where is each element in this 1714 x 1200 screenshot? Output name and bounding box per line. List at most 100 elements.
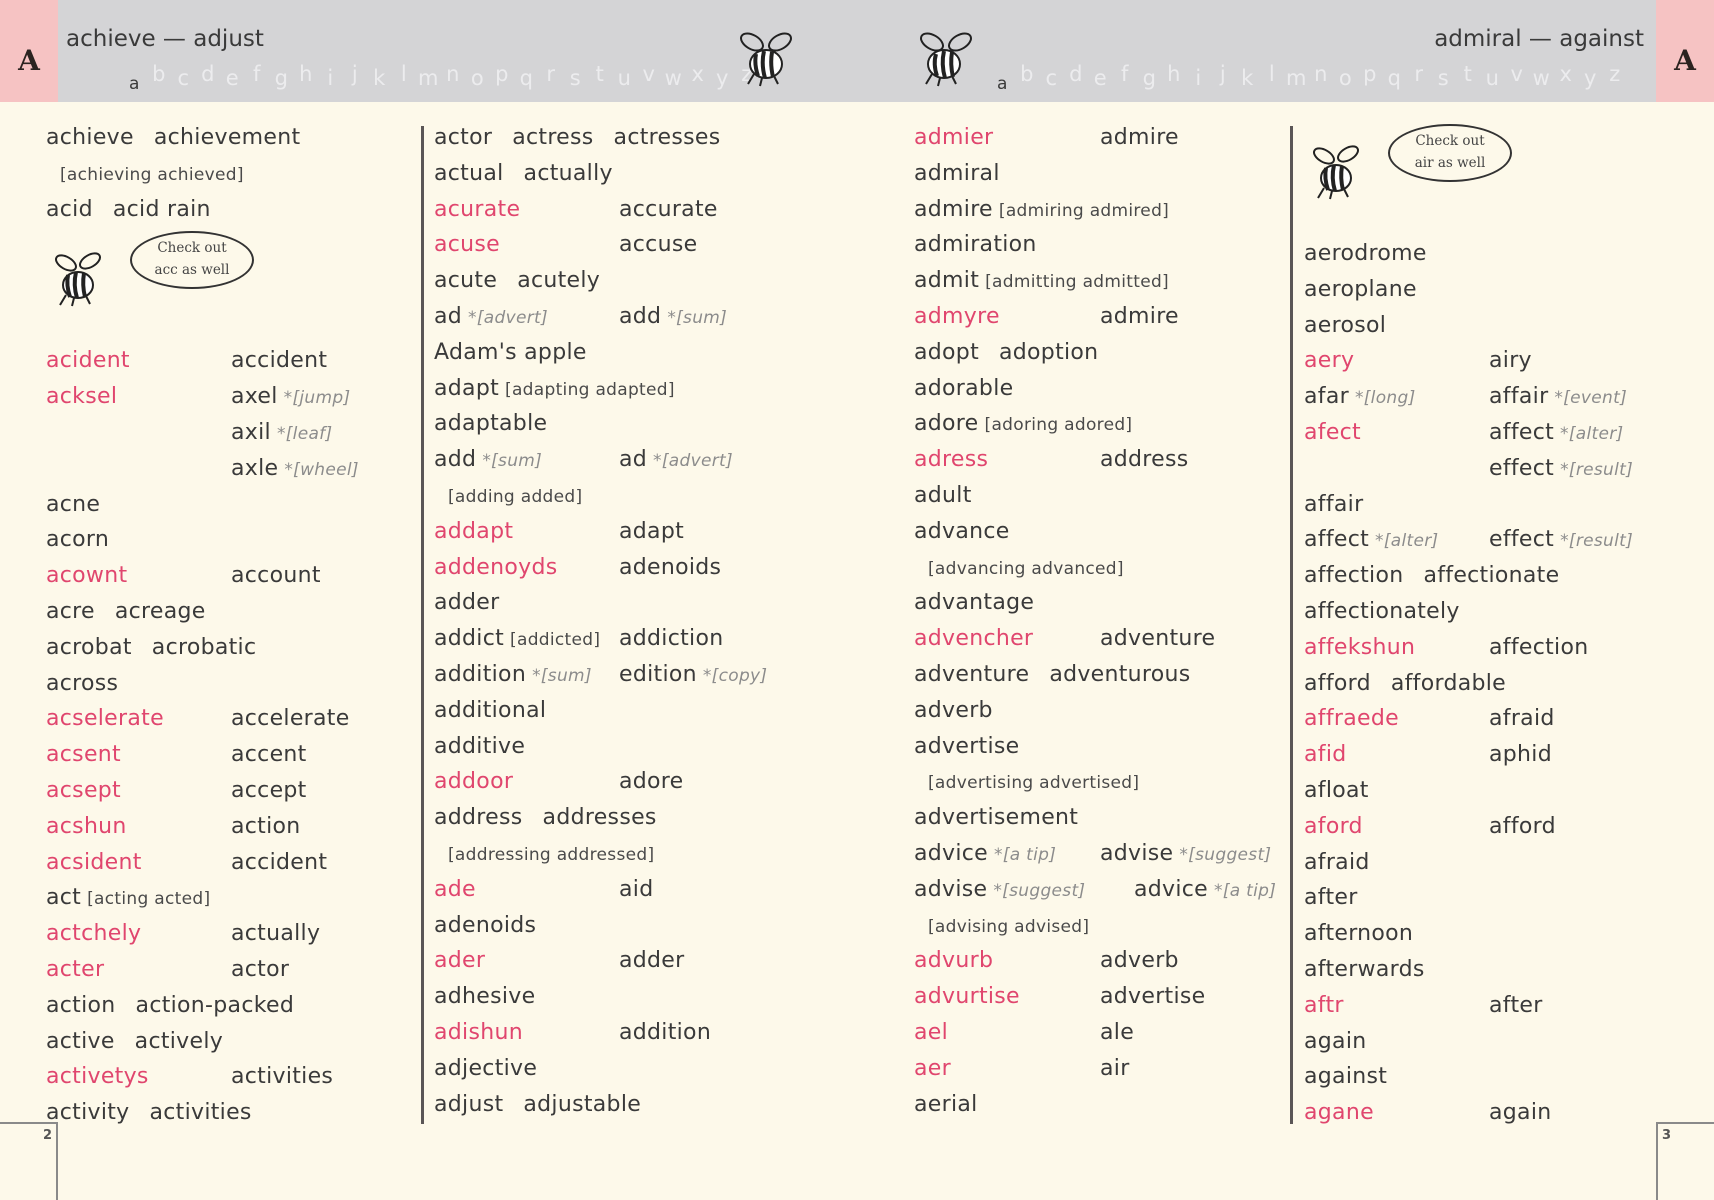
alphabet-letter[interactable]: i bbox=[318, 66, 343, 94]
alphabet-letter[interactable]: b bbox=[1015, 62, 1040, 90]
alphabet-letter[interactable]: p bbox=[490, 62, 515, 90]
misspelling: aery bbox=[1304, 348, 1355, 374]
alphabet-letter[interactable]: h bbox=[294, 62, 319, 90]
dictionary-entry: [achieving achieved] bbox=[46, 156, 416, 192]
dictionary-entry: aford afford bbox=[1304, 809, 1704, 845]
correct-spelling: after bbox=[1489, 988, 1543, 1024]
alphabet-letter[interactable]: z bbox=[1603, 62, 1628, 90]
alphabet-letter[interactable]: j bbox=[1211, 62, 1236, 90]
alphabet-letter[interactable]: y bbox=[710, 66, 735, 94]
dictionary-entry: aerial bbox=[914, 1087, 1294, 1123]
alphabet-letter[interactable]: m bbox=[416, 66, 441, 94]
headword: afford bbox=[1489, 813, 1556, 839]
alphabet-letter[interactable]: a bbox=[122, 66, 147, 94]
alphabet-letter[interactable]: v bbox=[1505, 62, 1530, 90]
letter-tab-right[interactable]: A bbox=[1656, 0, 1714, 102]
headword: adder bbox=[434, 590, 500, 616]
alphabet-letter[interactable]: g bbox=[1137, 66, 1162, 94]
alphabet-letter[interactable]: d bbox=[1064, 62, 1089, 90]
dictionary-entry: acute acutely bbox=[434, 263, 854, 299]
alphabet-letter[interactable]: m bbox=[1284, 66, 1309, 94]
headword: advance bbox=[914, 518, 1010, 544]
correct-spelling: afraid bbox=[1489, 701, 1555, 737]
headword: acrobatic bbox=[151, 634, 257, 660]
alphabet-letter[interactable]: e bbox=[1088, 66, 1113, 94]
alphabet-letter[interactable]: b bbox=[147, 62, 172, 90]
alphabet-letter[interactable]: x bbox=[1554, 62, 1579, 90]
headword: adenoids bbox=[434, 912, 537, 938]
alphabet-letter[interactable]: n bbox=[441, 62, 466, 90]
word-forms: [adapting adapted] bbox=[505, 379, 675, 400]
headword: advertise bbox=[914, 733, 1020, 759]
alphabet-letter[interactable]: n bbox=[1309, 62, 1334, 90]
alphabet-letter[interactable]: d bbox=[196, 62, 221, 90]
bee-icon bbox=[1304, 140, 1374, 204]
alphabet-letter[interactable]: s bbox=[1431, 66, 1456, 94]
alphabet-letter[interactable]: o bbox=[1333, 66, 1358, 94]
dictionary-entry: affection affectionate bbox=[1304, 558, 1704, 594]
meaning-note: *[advert] bbox=[653, 451, 733, 472]
alphabet-letter[interactable]: c bbox=[171, 66, 196, 94]
alphabet-letter[interactable]: a bbox=[990, 66, 1015, 94]
alphabet-letter[interactable]: e bbox=[220, 66, 245, 94]
alphabet-letter[interactable]: v bbox=[637, 62, 662, 90]
word-forms: [adding added] bbox=[448, 486, 583, 507]
alphabet-letter[interactable]: g bbox=[269, 66, 294, 94]
meaning-note: *[result] bbox=[1560, 459, 1634, 480]
headword: actresses bbox=[613, 125, 721, 150]
alphabet-letter[interactable]: o bbox=[465, 66, 490, 94]
alphabet-letter[interactable]: t bbox=[588, 62, 613, 90]
dictionary-entry: Adam's apple bbox=[434, 335, 854, 371]
headword: adjective bbox=[434, 1055, 538, 1081]
alphabet-letter[interactable]: r bbox=[539, 62, 564, 90]
word-column-3: admier admire admiral admire [admiring admir… bbox=[914, 120, 1294, 1122]
word-forms: [achieving achieved] bbox=[60, 164, 244, 185]
alphabet-letter[interactable]: u bbox=[1480, 66, 1505, 94]
headword: addresses bbox=[542, 805, 657, 831]
alphabet-letter[interactable]: l bbox=[392, 62, 417, 90]
dictionary-entry: aerodrome bbox=[1304, 236, 1704, 272]
alphabet-letter[interactable]: u bbox=[612, 66, 637, 94]
alphabet-letter[interactable]: i bbox=[1186, 66, 1211, 94]
misspelling: affekshun bbox=[1304, 634, 1416, 660]
correct-spelling: again bbox=[1489, 1095, 1551, 1131]
alphabet-letter[interactable]: w bbox=[661, 66, 686, 94]
dictionary-entry: add *[sum] ad *[advert] bbox=[434, 442, 854, 478]
alphabet-letter[interactable]: h bbox=[1162, 62, 1187, 90]
alphabet-letter[interactable]: k bbox=[1235, 66, 1260, 94]
alphabet-letter[interactable]: c bbox=[1039, 66, 1064, 94]
tab-letter: A bbox=[18, 43, 40, 77]
alphabet-letter[interactable]: t bbox=[1456, 62, 1481, 90]
dictionary-entry: acident accident bbox=[46, 343, 416, 379]
bee-callout: Check out air as well bbox=[1304, 120, 1704, 236]
alphabet-letter[interactable]: f bbox=[245, 62, 270, 90]
dictionary-entry: affect *[alter] effect *[result] bbox=[1304, 522, 1704, 558]
alphabet-letter[interactable]: x bbox=[686, 62, 711, 90]
alphabet-letter[interactable]: k bbox=[367, 66, 392, 94]
alphabet-letter[interactable]: r bbox=[1407, 62, 1432, 90]
letter-tab-left[interactable]: A bbox=[0, 0, 58, 102]
alphabet-letter[interactable]: l bbox=[1260, 62, 1285, 90]
alphabet-letter[interactable]: j bbox=[343, 62, 368, 90]
dictionary-entry: adapt [adapting adapted] bbox=[434, 371, 854, 407]
alphabet-letter[interactable]: q bbox=[514, 66, 539, 94]
misspelling: acsept bbox=[46, 777, 121, 803]
alphabet-letter[interactable]: q bbox=[1382, 66, 1407, 94]
correct-spelling: action bbox=[231, 809, 301, 845]
correct-spelling: advertise bbox=[1100, 979, 1205, 1015]
alphabet-letter[interactable]: f bbox=[1113, 62, 1138, 90]
dictionary-entry: adjust adjustable bbox=[434, 1087, 854, 1123]
alphabet-letter[interactable]: y bbox=[1578, 66, 1603, 94]
alphabet-letter[interactable]: w bbox=[1529, 66, 1554, 94]
headword-with-note: affect *[alter] bbox=[1304, 522, 1438, 560]
alphabet-letter[interactable]: s bbox=[563, 66, 588, 94]
correct-spelling: air bbox=[1100, 1051, 1130, 1087]
dictionary-entry: affraede afraid bbox=[1304, 701, 1704, 737]
dictionary-entry: adorable bbox=[914, 371, 1294, 407]
headword: address bbox=[1100, 447, 1189, 473]
meaning-note: *[sum] bbox=[532, 665, 592, 686]
headword: acute bbox=[434, 268, 498, 294]
correct-spelling: ale bbox=[1100, 1015, 1134, 1051]
alphabet-letter[interactable]: p bbox=[1358, 62, 1383, 90]
dictionary-entry: aerosol bbox=[1304, 308, 1704, 344]
